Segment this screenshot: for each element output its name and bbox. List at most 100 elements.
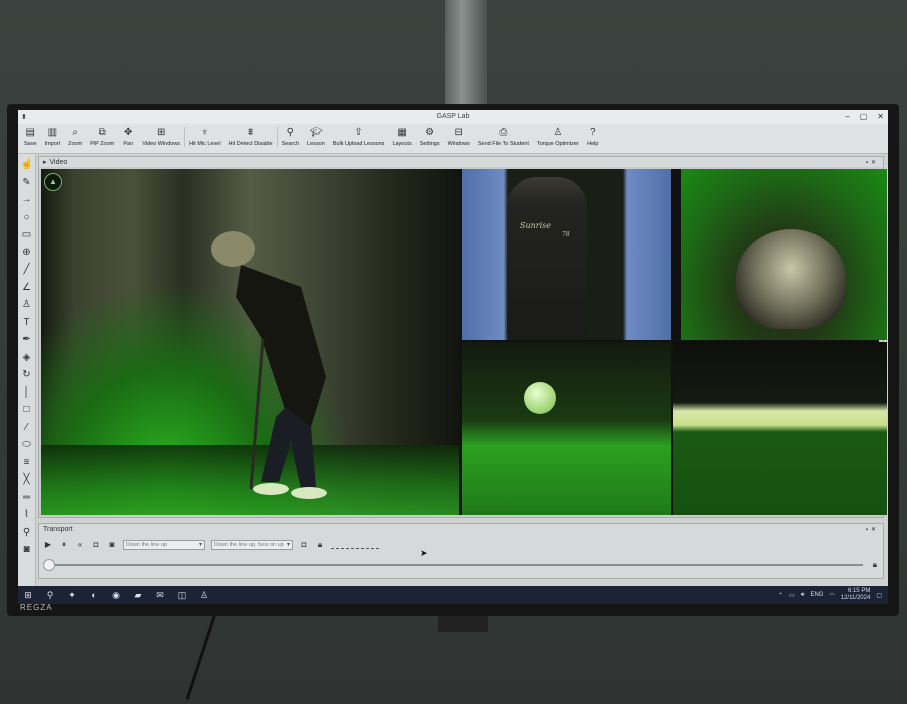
send-file-to-student-button[interactable]: ⎙ Send File To Student [474, 127, 533, 147]
transport-panel-controls[interactable]: ▪✕ [866, 526, 883, 533]
camera-record-icon[interactable]: ◘ [91, 540, 101, 550]
vertical-line-tool-icon[interactable]: │ [21, 385, 33, 401]
outlook-icon[interactable]: ✉ [154, 590, 166, 601]
timeline-lock-icon[interactable]: 🔒︎ [873, 560, 877, 570]
golfer-silhouette [211, 231, 327, 499]
video-grid: ▲ Sunrise 78 [41, 169, 887, 515]
circle-tool-icon[interactable]: ○ [21, 210, 33, 226]
lines-tool-icon[interactable]: ═ [21, 490, 33, 506]
rewind-icon[interactable]: « [75, 540, 85, 550]
bulk-upload-lessons-button[interactable]: ⇪ Bulk Upload Lessons [329, 127, 389, 147]
zoom-icon: ⌕ [72, 127, 78, 138]
mouse-cursor-icon: ➤ [420, 548, 428, 558]
wifi-icon[interactable]: ◠ [829, 592, 834, 599]
capture-icon[interactable]: ◙ [107, 540, 117, 550]
clock-time: 6:15 PM [847, 588, 871, 594]
arrow-tool-icon[interactable]: → [21, 192, 33, 208]
shirt-text: Sunrise [520, 221, 552, 230]
text-tool-icon[interactable]: T [21, 315, 33, 331]
minimize-button[interactable]: – [845, 112, 849, 121]
torque-optimizer-button[interactable]: ♙ Torque Optimizer [533, 127, 583, 147]
club-tool-icon[interactable]: ⚲ [21, 525, 33, 541]
lesson-button[interactable]: 🎓︎ Lesson [303, 127, 329, 147]
frame-ruler[interactable] [331, 541, 379, 549]
layouts-button[interactable]: ▦ Layouts [388, 127, 415, 147]
help-button[interactable]: ? Help [583, 127, 603, 147]
rotate-tool-icon[interactable]: ↻ [21, 367, 33, 383]
hit-detect-disable-button[interactable]: ⩩ Hit Detect Disable [225, 127, 277, 147]
timeline-scrubber[interactable] [43, 559, 55, 571]
settings-button[interactable]: ⚙ Settings [416, 127, 444, 147]
window-title: GASP Lab [436, 113, 470, 120]
transport-panel-title: Transport [43, 525, 73, 533]
main-swing-video[interactable]: ▲ [41, 169, 459, 515]
volume-icon[interactable]: 🔊︎ [801, 592, 805, 599]
edge-icon[interactable]: ◐ [88, 590, 100, 600]
maximize-button[interactable]: ▢ [860, 112, 868, 121]
network-icon[interactable]: ▭ [789, 592, 795, 599]
face-on-video[interactable]: Sunrise 78 [462, 169, 671, 340]
video-panel-title: Video [49, 158, 68, 166]
pause-icon[interactable]: ⏸ [59, 540, 69, 550]
ceiling-pole [445, 0, 487, 110]
video-windows-icon: ⊞ [156, 127, 166, 138]
play-icon[interactable]: ▶ [43, 540, 53, 550]
freehand-tool-icon[interactable]: ✎ [21, 175, 33, 191]
video-panel-controls[interactable]: ▪✕ [866, 159, 883, 166]
spine-tool-icon[interactable]: ⌇ [21, 507, 33, 523]
save-button[interactable]: ▤ Save [20, 127, 41, 147]
chevron-up-icon[interactable]: ⌃ [778, 592, 783, 599]
store-icon[interactable]: ◫ [176, 590, 188, 601]
windows-button[interactable]: ⊟ Windows [444, 127, 474, 147]
notification-icon[interactable]: ▢ [876, 592, 882, 599]
chrome-icon[interactable]: ◉ [110, 590, 122, 601]
clear-tool-icon[interactable]: ╳ [21, 472, 33, 488]
transport-controls: ▶ ⏸ « ◘ ◙ Down the line up Down the line… [43, 540, 379, 550]
gasp-lab-taskbar-icon[interactable]: ♙ [198, 590, 210, 601]
drawing-tools-column: ☝ ✎ → ○ ▭ ⊕ ╱ ∠ ♙ T ✒ ◈ ↻ │ □ ⁄ ⬭ ≡ ╳ ═ … [18, 154, 36, 588]
grid-tool-icon[interactable]: ≡ [21, 455, 33, 471]
line-tool-icon[interactable]: ╱ [21, 262, 33, 278]
overhead-video[interactable] [681, 169, 887, 340]
hit-mic-level-button[interactable]: ♆ Hit Mic Level [184, 127, 224, 147]
windows-icon: ⊟ [454, 127, 463, 138]
fill-tool-icon[interactable]: ◈ [21, 350, 33, 366]
pan-button[interactable]: ✥ Pan [118, 127, 138, 147]
language-indicator[interactable]: ENG [810, 592, 823, 598]
lesson-icon: 🎓︎ [309, 127, 323, 138]
ellipse-tool-icon[interactable]: ⬭ [21, 437, 33, 453]
camera-settings-icon[interactable]: ◘ [299, 540, 309, 550]
copilot-icon[interactable]: ✦ [66, 590, 78, 601]
box-tool-icon[interactable]: □ [21, 402, 33, 418]
angle-tool-icon[interactable]: ∠ [21, 280, 33, 296]
close-button[interactable]: ✕ [877, 112, 884, 121]
search-icon[interactable]: ⚲ [44, 590, 56, 601]
camera-view-select-1[interactable]: Down the line up [123, 540, 205, 550]
file-explorer-icon[interactable]: ▰ [132, 590, 144, 601]
pan-icon: ✥ [124, 127, 133, 138]
down-target-video[interactable] [673, 342, 887, 515]
putter-closeup-video[interactable] [462, 342, 671, 515]
video-panel: ▸ Video ▪✕ ▲ Sunrise 78 [38, 156, 887, 518]
zoom-button[interactable]: ⌕ Zoom [64, 127, 86, 147]
clock[interactable]: 6:15 PM 12/11/2024 [841, 588, 871, 602]
clock-date: 12/11/2024 [840, 595, 871, 601]
camera-view-select-2[interactable]: Down the line up, face on up [211, 540, 293, 550]
timeline-track[interactable] [47, 564, 863, 566]
rectangle-tool-icon[interactable]: ▭ [21, 227, 33, 243]
import-button[interactable]: ▥ Import [41, 127, 65, 147]
target-tool-icon[interactable]: ⊕ [21, 245, 33, 261]
start-icon[interactable]: ⊞ [22, 590, 34, 601]
pip-zoom-button[interactable]: ⧉ PiP Zoom [86, 127, 118, 147]
body-tool-icon[interactable]: ♙ [21, 297, 33, 313]
system-tray: ⌃ ▭ 🔊︎ ENG ◠ 6:15 PM 12/11/2024 ▢ [778, 588, 882, 602]
search-button[interactable]: ⚲ Search [276, 127, 303, 147]
video-windows-button[interactable]: ⊞ Video Windows [138, 127, 184, 147]
eyedropper-tool-icon[interactable]: ⁄ [21, 420, 33, 436]
overhead-head [736, 229, 846, 329]
pen-tool-icon[interactable]: ✒ [21, 332, 33, 348]
lock-icon[interactable]: 🔒︎ [315, 540, 325, 550]
camera-tool-icon[interactable]: ◙ [21, 542, 33, 558]
hand-tool-icon[interactable]: ☝ [21, 157, 33, 173]
torque-icon: ♙ [553, 127, 563, 138]
